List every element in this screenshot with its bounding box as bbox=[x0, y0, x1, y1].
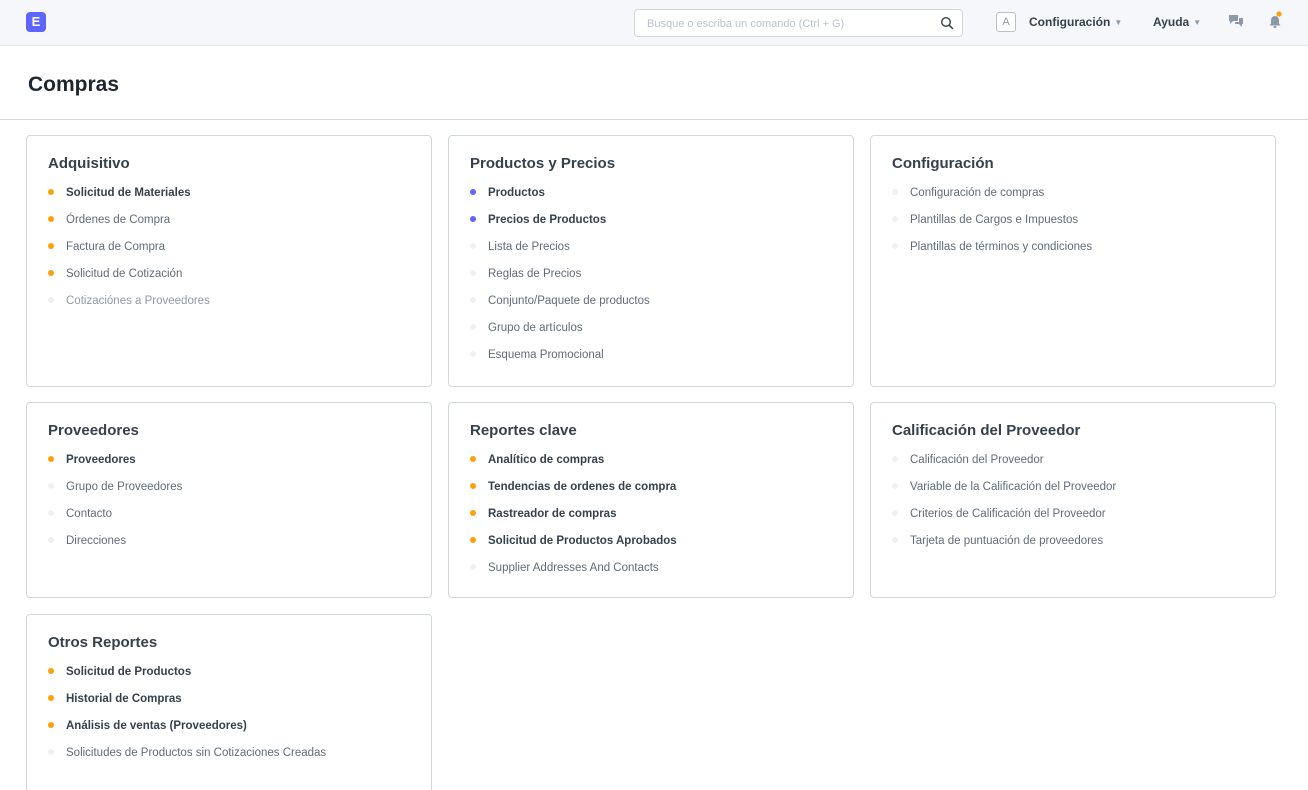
link-direcciones[interactable]: Direcciones bbox=[48, 533, 410, 560]
settings-menu-label: Configuración bbox=[1029, 15, 1111, 29]
link-solicitud-de-materiales[interactable]: Solicitud de Materiales bbox=[48, 185, 410, 212]
status-dot bbox=[470, 537, 476, 543]
card-calificacion-del-proveedor: Calificación del Proveedor Calificación … bbox=[870, 402, 1276, 598]
status-dot bbox=[892, 216, 898, 222]
status-dot bbox=[470, 483, 476, 489]
link-ordenes-de-compra[interactable]: Órdenes de Compra bbox=[48, 212, 410, 239]
link-tarjeta-puntuacion[interactable]: Tarjeta de puntuación de proveedores bbox=[892, 533, 1254, 560]
link-reglas-de-precios[interactable]: Reglas de Precios bbox=[470, 266, 832, 293]
card-title: Reportes clave bbox=[470, 422, 577, 439]
status-dot bbox=[48, 270, 54, 276]
status-dot bbox=[892, 456, 898, 462]
link-proveedores[interactable]: Proveedores bbox=[48, 452, 410, 479]
chat-icon[interactable] bbox=[1228, 14, 1244, 28]
card-configuracion: Configuración Configuración de compras P… bbox=[870, 135, 1276, 387]
bell-icon[interactable] bbox=[1268, 11, 1282, 29]
link-plantillas-cargos-impuestos[interactable]: Plantillas de Cargos e Impuestos bbox=[892, 212, 1254, 239]
status-dot bbox=[470, 243, 476, 249]
settings-menu[interactable]: Configuración ▼ bbox=[1029, 15, 1122, 29]
app-logo[interactable]: E bbox=[26, 12, 46, 32]
status-dot bbox=[470, 189, 476, 195]
status-dot bbox=[470, 324, 476, 330]
help-menu[interactable]: Ayuda ▼ bbox=[1153, 15, 1201, 29]
card-title: Calificación del Proveedor bbox=[892, 422, 1081, 439]
link-productos[interactable]: Productos bbox=[470, 185, 832, 212]
status-dot bbox=[892, 537, 898, 543]
status-dot bbox=[470, 270, 476, 276]
link-analitico-de-compras[interactable]: Analítico de compras bbox=[470, 452, 832, 479]
link-analisis-de-ventas[interactable]: Análisis de ventas (Proveedores) bbox=[48, 718, 410, 745]
status-dot bbox=[48, 695, 54, 701]
status-dot bbox=[470, 456, 476, 462]
status-dot bbox=[470, 510, 476, 516]
status-dot bbox=[470, 297, 476, 303]
link-supplier-addresses[interactable]: Supplier Addresses And Contacts bbox=[470, 560, 832, 587]
status-dot bbox=[892, 510, 898, 516]
link-historial-de-compras[interactable]: Historial de Compras bbox=[48, 691, 410, 718]
card-reportes-clave: Reportes clave Analítico de compras Tend… bbox=[448, 402, 854, 598]
divider bbox=[0, 119, 1308, 120]
chevron-down-icon: ▼ bbox=[1114, 18, 1123, 27]
status-dot bbox=[48, 216, 54, 222]
card-productos-y-precios: Productos y Precios Productos Precios de… bbox=[448, 135, 854, 387]
link-conjunto-paquete[interactable]: Conjunto/Paquete de productos bbox=[470, 293, 832, 320]
link-plantillas-terminos[interactable]: Plantillas de términos y condiciones bbox=[892, 239, 1254, 266]
help-menu-label: Ayuda bbox=[1153, 15, 1190, 29]
link-esquema-promocional[interactable]: Esquema Promocional bbox=[470, 347, 832, 374]
card-title: Productos y Precios bbox=[470, 155, 616, 172]
status-dot bbox=[48, 722, 54, 728]
user-avatar[interactable]: A bbox=[996, 12, 1016, 32]
status-dot bbox=[892, 483, 898, 489]
status-dot bbox=[48, 483, 54, 489]
link-factura-de-compra[interactable]: Factura de Compra bbox=[48, 239, 410, 266]
search-icon[interactable] bbox=[940, 16, 954, 30]
status-dot bbox=[48, 510, 54, 516]
link-solicitud-de-productos[interactable]: Solicitud de Productos bbox=[48, 664, 410, 691]
status-dot bbox=[470, 564, 476, 570]
card-title: Configuración bbox=[892, 155, 994, 172]
link-criterios-calificacion[interactable]: Criterios de Calificación del Proveedor bbox=[892, 506, 1254, 533]
link-solicitud-de-cotizacion[interactable]: Solicitud de Cotización bbox=[48, 266, 410, 293]
link-lista-de-precios[interactable]: Lista de Precios bbox=[470, 239, 832, 266]
card-adquisitivo: Adquisitivo Solicitud de Materiales Órde… bbox=[26, 135, 432, 387]
status-dot bbox=[48, 668, 54, 674]
link-solicitud-productos-aprobados[interactable]: Solicitud de Productos Aprobados bbox=[470, 533, 832, 560]
link-variable-calificacion[interactable]: Variable de la Calificación del Proveedo… bbox=[892, 479, 1254, 506]
status-dot bbox=[892, 189, 898, 195]
status-dot bbox=[470, 216, 476, 222]
status-dot bbox=[48, 749, 54, 755]
navbar: E A Configuración▼ Ayuda▼ bbox=[0, 0, 1308, 46]
link-solicitudes-sin-cotizaciones[interactable]: Solicitudes de Productos sin Cotizacione… bbox=[48, 745, 410, 772]
card-title: Adquisitivo bbox=[48, 155, 130, 172]
link-cotizaciones-a-proveedores[interactable]: Cotizaciónes a Proveedores bbox=[48, 293, 410, 320]
search-box[interactable] bbox=[634, 9, 963, 37]
status-dot bbox=[48, 297, 54, 303]
status-dot bbox=[48, 456, 54, 462]
status-dot bbox=[892, 243, 898, 249]
status-dot bbox=[48, 537, 54, 543]
notification-badge bbox=[1276, 11, 1282, 17]
link-precios-de-productos[interactable]: Precios de Productos bbox=[470, 212, 832, 239]
status-dot bbox=[470, 351, 476, 357]
status-dot bbox=[48, 243, 54, 249]
link-grupo-de-articulos[interactable]: Grupo de artículos bbox=[470, 320, 832, 347]
link-grupo-de-proveedores[interactable]: Grupo de Proveedores bbox=[48, 479, 410, 506]
card-title: Otros Reportes bbox=[48, 634, 158, 651]
card-title: Proveedores bbox=[48, 422, 139, 439]
card-otros-reportes: Otros Reportes Solicitud de Productos Hi… bbox=[26, 614, 432, 790]
page-title: Compras bbox=[28, 73, 120, 96]
search-input[interactable] bbox=[647, 16, 927, 32]
link-rastreador-de-compras[interactable]: Rastreador de compras bbox=[470, 506, 832, 533]
link-configuracion-de-compras[interactable]: Configuración de compras bbox=[892, 185, 1254, 212]
chevron-down-icon: ▼ bbox=[1193, 18, 1202, 27]
card-proveedores: Proveedores Proveedores Grupo de Proveed… bbox=[26, 402, 432, 598]
link-contacto[interactable]: Contacto bbox=[48, 506, 410, 533]
link-calificacion-del-proveedor[interactable]: Calificación del Proveedor bbox=[892, 452, 1254, 479]
link-tendencias-ordenes[interactable]: Tendencias de ordenes de compra bbox=[470, 479, 832, 506]
status-dot bbox=[48, 189, 54, 195]
